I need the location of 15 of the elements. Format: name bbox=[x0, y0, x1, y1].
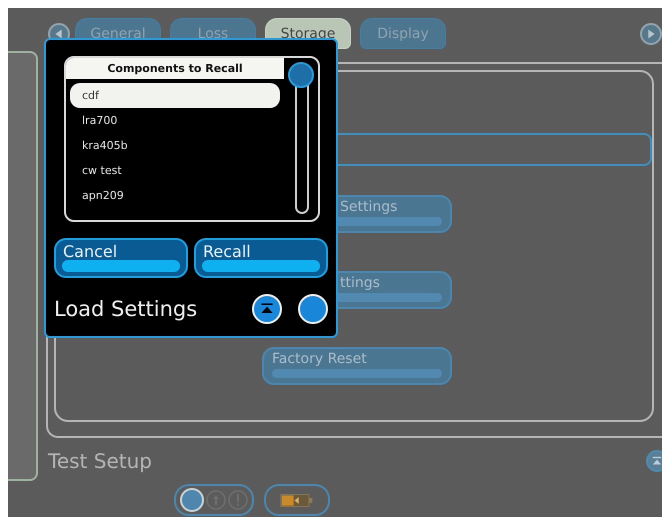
round-button[interactable] bbox=[298, 294, 328, 324]
dialog-title: Load Settings bbox=[54, 297, 198, 321]
dialog-button[interactable]: Recall bbox=[194, 238, 328, 278]
list-item[interactable]: cdf bbox=[70, 83, 280, 108]
list-header: Components to Recall bbox=[66, 58, 284, 79]
list-item[interactable]: cw test bbox=[70, 158, 280, 183]
list-item[interactable]: lra700 bbox=[70, 108, 280, 133]
battery-icon bbox=[280, 492, 314, 508]
list-item[interactable]: kra405b bbox=[70, 133, 280, 158]
status-dot-icon bbox=[180, 488, 204, 512]
dialog-button[interactable]: Cancel bbox=[54, 238, 188, 278]
exclamation-icon bbox=[228, 490, 248, 510]
section-title: Test Setup bbox=[48, 449, 152, 473]
next-tab-button[interactable] bbox=[640, 22, 662, 44]
scroll-thumb[interactable] bbox=[288, 62, 314, 88]
